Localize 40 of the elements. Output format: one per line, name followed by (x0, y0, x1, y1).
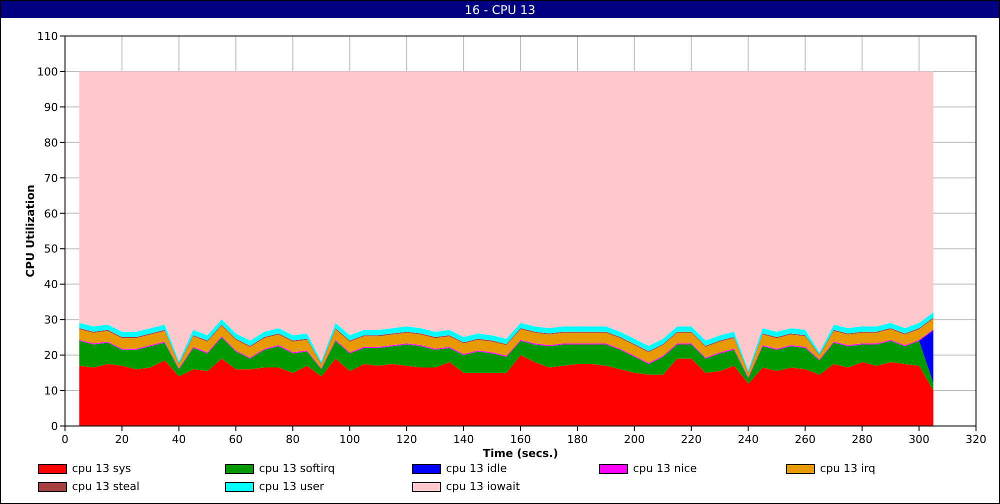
axis-tick-label: 280 (852, 433, 873, 446)
axis-tick-label: 0 (62, 433, 68, 446)
axis-tick-label: 260 (794, 433, 816, 446)
axis-tick-label: 10 (44, 384, 58, 398)
axis-tick-label: 50 (44, 242, 58, 256)
axis-tick-label: 100 (339, 433, 360, 446)
axis-tick-label: 0 (51, 420, 58, 433)
legend-label: cpu 13 iowait (446, 480, 520, 493)
axis-tick-label: 200 (624, 433, 645, 446)
legend-label: cpu 13 steal (72, 480, 140, 493)
legend-label: cpu 13 sys (72, 462, 131, 475)
axis-tick-label: 220 (680, 433, 702, 446)
x-axis-title: Time (secs.) (482, 447, 558, 460)
axis-tick-label: 20 (44, 349, 58, 362)
axis-tick-label: 80 (44, 136, 58, 150)
legend-label: cpu 13 irq (820, 462, 876, 475)
legend-label: cpu 13 user (259, 480, 324, 493)
axis-tick-label: 140 (453, 433, 474, 446)
axis-tick-label: 100 (37, 65, 58, 78)
axis-tick-label: 40 (172, 433, 186, 446)
y-axis-title: CPU Utilization (24, 184, 37, 278)
axis-tick-label: 20 (114, 433, 129, 446)
axis-tick-label: 300 (908, 433, 930, 446)
axis-tick-label: 110 (37, 30, 58, 43)
axis-tick-label: 90 (44, 100, 58, 114)
axis-tick-label: 240 (738, 433, 759, 446)
window-title: 16 - CPU 13 (1, 1, 999, 18)
axis-tick-label: 160 (510, 433, 531, 446)
axis-tick-label: 40 (44, 278, 58, 292)
axis-tick-label: 60 (228, 433, 243, 446)
axis-tick-label: 30 (44, 314, 58, 327)
axis-tick-label: 320 (966, 433, 986, 446)
axis-tick-label: 70 (44, 172, 58, 185)
axis-tick-label: 180 (566, 433, 588, 446)
legend-label: cpu 13 softirq (259, 462, 335, 475)
axis-tick-label: 60 (44, 207, 58, 220)
legend-label: cpu 13 nice (633, 462, 697, 475)
legend-label: cpu 13 idle (446, 462, 507, 475)
axis-tick-label: 80 (286, 433, 300, 446)
axis-tick-label: 120 (396, 433, 418, 446)
